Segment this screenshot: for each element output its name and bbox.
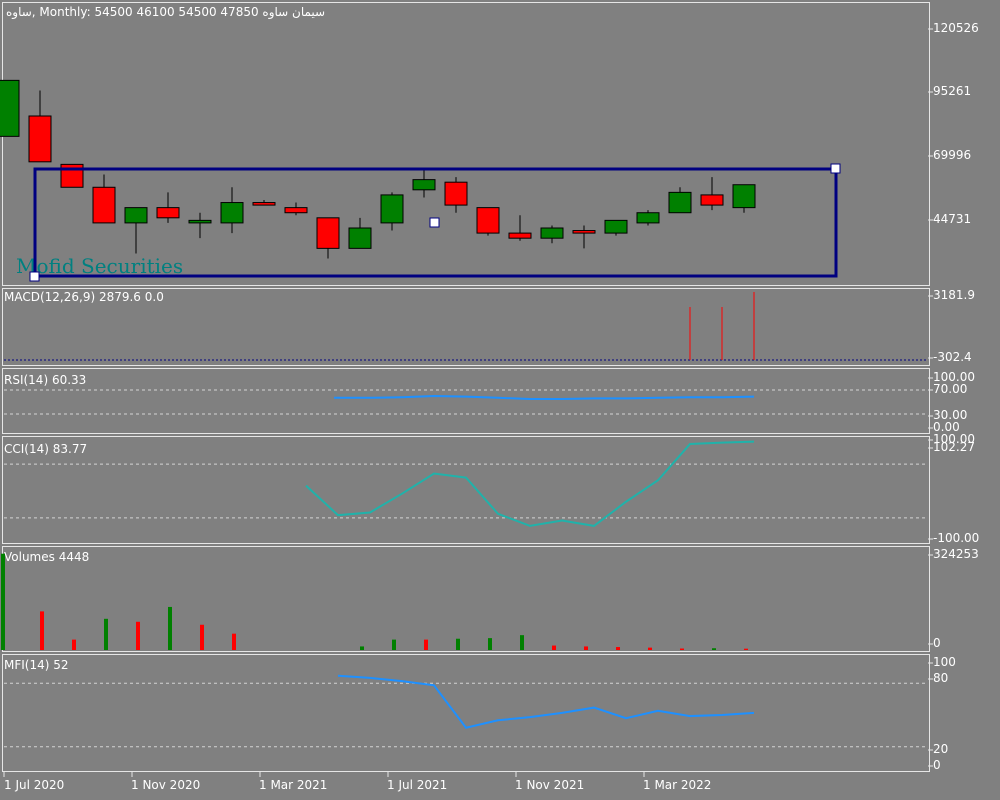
- candle-body: [540, 227, 564, 239]
- candle-body: [124, 207, 148, 224]
- volume-bar: [360, 646, 364, 650]
- candle-body: [252, 202, 276, 206]
- volume-bar: [424, 639, 428, 650]
- cci-line: [305, 440, 755, 527]
- candle-body: [92, 186, 116, 224]
- volume-bar: [72, 639, 76, 650]
- candle-body: [220, 202, 244, 224]
- candle-body: [732, 184, 756, 209]
- volume-bar: [136, 621, 140, 650]
- candle-body: [476, 207, 500, 234]
- volume-bar: [488, 638, 492, 650]
- candle-body: [316, 217, 340, 249]
- volume-bar: [648, 647, 652, 650]
- candle-body: [444, 181, 468, 206]
- volume-bar: [520, 635, 524, 650]
- volume-bar: [712, 648, 716, 650]
- volume-bar: [552, 645, 556, 650]
- rectangle-handle: [29, 271, 40, 282]
- candle-body: [700, 194, 724, 206]
- candle-body: [636, 212, 660, 224]
- volume-bar: [200, 624, 204, 650]
- candle-body: [0, 79, 20, 137]
- rectangle-handle: [830, 163, 841, 174]
- candle-body: [380, 194, 404, 224]
- candle-body: [156, 207, 180, 219]
- volume-bar: [232, 633, 236, 650]
- volume-bar: [40, 611, 44, 650]
- candle-body: [604, 219, 628, 234]
- candle-body: [668, 191, 692, 214]
- volume-bar: [584, 646, 588, 650]
- candle-body: [508, 232, 532, 239]
- candle-body: [572, 230, 596, 234]
- candle-body: [412, 179, 436, 191]
- volume-bar: [456, 638, 460, 650]
- candle-body: [284, 207, 308, 214]
- rectangle-handle: [429, 217, 440, 228]
- volume-bar: [168, 606, 172, 650]
- candle-body: [28, 115, 52, 163]
- volume-bar: [744, 648, 748, 650]
- volume-bar: [392, 639, 396, 650]
- volume-bar: [680, 648, 684, 650]
- volume-bar: [104, 618, 108, 650]
- chart-canvas: [0, 28, 933, 777]
- candle-body: [188, 219, 212, 224]
- rsi-line: [334, 394, 755, 400]
- volume-bar: [616, 647, 620, 650]
- candle-body: [348, 227, 372, 249]
- volume-bar: [1, 553, 5, 650]
